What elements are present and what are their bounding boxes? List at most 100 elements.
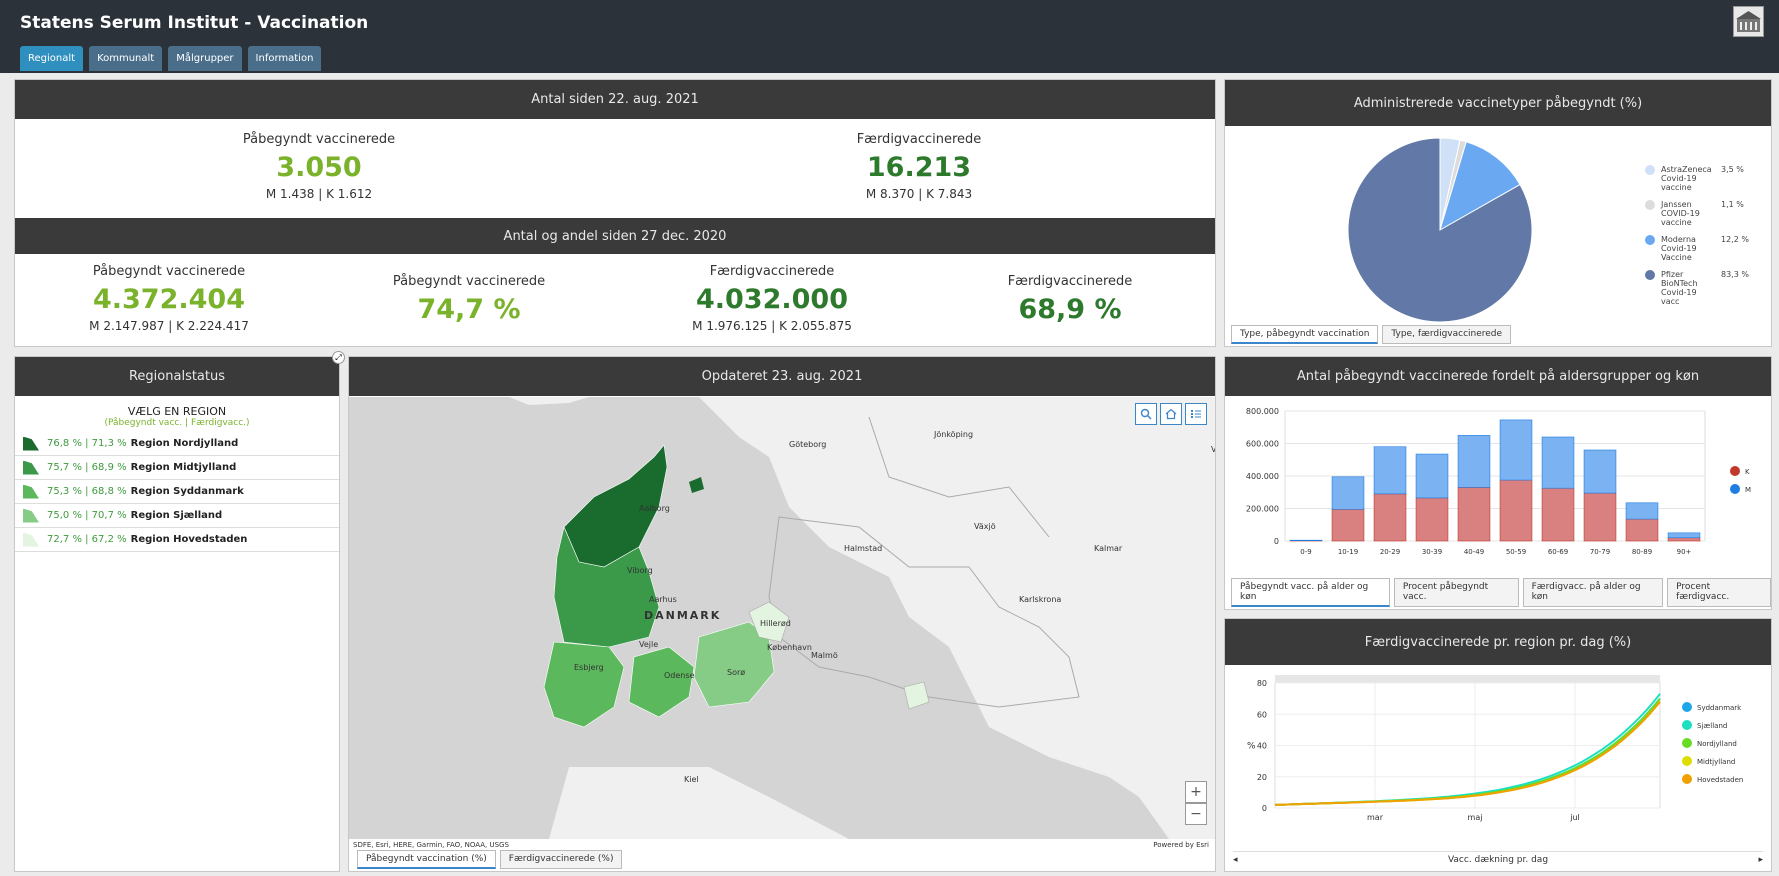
x-tick-label: 0-9 [1300, 548, 1311, 556]
legend-label: Sjælland [1697, 722, 1727, 730]
zoom-out-button[interactable]: − [1185, 803, 1207, 825]
pie-tabs: Type, påbegyndt vaccination Type, færdig… [1231, 325, 1512, 344]
region-item[interactable]: 75,7 % | 68,9 % Region Midtjylland [15, 456, 339, 480]
bar-m[interactable] [1583, 449, 1617, 494]
stat-sub: M 1.976.125 | K 2.055.875 [692, 319, 852, 333]
age-bar-chart: 0 200.000 400.000 600.000 800.000 0-9 10-19 20-… [1246, 407, 1751, 556]
stat-sub: M 1.438 | K 1.612 [265, 187, 373, 201]
expand-icon[interactable]: ⤢ [332, 351, 345, 364]
stat-label: Færdigvaccinerede [709, 264, 835, 279]
pie-header: Administrerede vaccinetyper påbegyndt (%… [1225, 80, 1771, 126]
map-tabs: Påbegyndt vaccination (%) Færdigvacciner… [357, 850, 623, 869]
bar-m[interactable] [1373, 446, 1407, 495]
legend-value: 1,1 % [1721, 200, 1744, 209]
tab-kommunalt[interactable]: Kommunalt [89, 46, 163, 71]
tab-age-started-pct[interactable]: Procent påbegyndt vacc. [1393, 578, 1519, 607]
summary-top-header: Antal siden 22. aug. 2021 [15, 80, 1215, 119]
stat-started-recent: Påbegyndt vaccinerede 3.050 M 1.438 | K … [243, 132, 395, 201]
bar-m[interactable] [1331, 476, 1365, 510]
bar-k[interactable] [1373, 493, 1407, 542]
map-legend-button[interactable] [1185, 403, 1207, 425]
legend-dot-icon [1645, 200, 1655, 210]
pie-chart [1347, 137, 1533, 323]
zoom-in-button[interactable]: + [1185, 781, 1207, 803]
map-label: København [767, 643, 812, 652]
bar-k[interactable] [1499, 479, 1533, 542]
region-flag-icon [23, 532, 39, 547]
tab-regionalt[interactable]: Regionalt [20, 46, 84, 71]
map-home-button[interactable] [1160, 403, 1182, 425]
stat-sub: M 2.147.987 | K 2.224.417 [89, 319, 249, 333]
nav-left-icon[interactable]: ◂ [1233, 855, 1238, 865]
stat-value: 16.213 [866, 152, 972, 183]
app-header: Statens Serum Institut - Vaccination Reg… [0, 0, 1779, 73]
map-search-button[interactable] [1135, 403, 1157, 425]
bar-k[interactable] [1457, 487, 1491, 542]
legend-item[interactable]: Janssen COVID-19 vaccine 1,1 % [1645, 200, 1765, 227]
bar-k[interactable] [1625, 518, 1659, 542]
legend-item[interactable]: Moderna Covid-19 Vaccine 12,2 % [1645, 235, 1765, 262]
legend-item[interactable]: Pfizer BioNTech Covid-19 vacc 83,3 % [1645, 270, 1765, 306]
map-label: Odense [664, 671, 695, 680]
map-label: Växjö [974, 522, 996, 531]
stat-started-pct: Påbegyndt vaccinerede 74,7 % [393, 274, 545, 325]
tab-type-completed[interactable]: Type, færdigvaccinerede [1382, 325, 1512, 344]
region-subtitle: (Påbegyndt vacc. | Færdigvacc.) [104, 418, 250, 428]
bar-m[interactable] [1415, 453, 1449, 499]
line-footer-label: Vacc. dækning pr. dag [1447, 854, 1549, 865]
bar-m[interactable] [1625, 502, 1659, 520]
tab-information[interactable]: Information [247, 46, 322, 71]
region-pct: 75,7 % | 68,9 % [47, 462, 127, 473]
stat-label: Påbegyndt vaccinerede [242, 132, 396, 147]
legend-item[interactable]: AstraZeneca Covid-19 vaccine 3,5 % [1645, 165, 1765, 192]
x-tick-label: mar [1367, 813, 1384, 822]
bar-k[interactable] [1331, 509, 1365, 542]
tab-map-completed[interactable]: Færdigvaccinerede (%) [499, 850, 623, 869]
legend-dot-icon [1682, 774, 1692, 784]
region-item[interactable]: 76,8 % | 71,3 % Region Nordjylland [15, 432, 339, 456]
tab-age-completed-pct[interactable]: Procent færdigvacc. [1667, 578, 1771, 607]
map-label: Viborg [627, 566, 653, 575]
bar-m[interactable] [1541, 436, 1575, 489]
stat-value: 4.372.404 [92, 284, 246, 315]
range-slider[interactable] [1275, 675, 1660, 683]
tab-age-completed[interactable]: Færdigvacc. på alder og køn [1522, 578, 1664, 607]
tab-map-started[interactable]: Påbegyndt vaccination (%) [357, 850, 496, 869]
age-tabs: Påbegyndt vacc. på alder og køn Procent … [1231, 578, 1771, 607]
legend-label: Pfizer BioNTech Covid-19 vacc [1661, 270, 1698, 306]
legend-label: Midtjylland [1697, 758, 1735, 766]
bar-k[interactable] [1583, 492, 1617, 542]
bar-m[interactable] [1457, 435, 1491, 488]
series-line[interactable] [1274, 693, 1661, 806]
legend-label: AstraZeneca Covid-19 vaccine [1661, 165, 1712, 192]
stat-completed-recent: Færdigvaccinerede 16.213 M 8.370 | K 7.8… [857, 132, 982, 201]
bar-k[interactable] [1541, 487, 1575, 542]
map-label: Aarhus [649, 595, 677, 604]
bar-k[interactable] [1415, 497, 1449, 542]
stat-value: 68,9 % [1018, 294, 1122, 325]
x-tick-label: 90+ [1677, 548, 1692, 556]
y-tick-label: 400.000 [1246, 472, 1279, 481]
map-attribution: SDFE, Esri, HERE, Garmin, FAO, NOAA, USG… [353, 841, 509, 849]
map-label: Kiel [684, 775, 699, 784]
age-header: Antal påbegyndt vaccinerede fordelt på a… [1225, 357, 1771, 396]
bar-m[interactable] [1499, 419, 1533, 481]
y-tick-label: 60 [1257, 710, 1267, 719]
tab-type-started[interactable]: Type, påbegyndt vaccination [1231, 325, 1379, 344]
bar-m[interactable] [1667, 532, 1701, 539]
legend-value: 3,5 % [1721, 165, 1744, 174]
bar-k[interactable] [1667, 537, 1701, 542]
region-item[interactable]: 75,0 % | 70,7 % Region Sjælland [15, 504, 339, 528]
nav-right-icon[interactable]: ▸ [1758, 855, 1763, 865]
region-flag-icon [23, 484, 39, 499]
tab-maalgrupper[interactable]: Målgrupper [168, 46, 242, 71]
map-view[interactable]: Göteborg Jönköping Växjö Halmstad Kalmar Karl… [349, 397, 1215, 839]
tab-age-started[interactable]: Påbegyndt vacc. på alder og køn [1231, 578, 1390, 607]
region-item[interactable]: 75,3 % | 68,8 % Region Syddanmark [15, 480, 339, 504]
region-flag-icon [23, 508, 39, 523]
legend-dot-icon [1682, 702, 1692, 712]
x-tick-label: 60-69 [1548, 548, 1568, 556]
region-item[interactable]: 72,7 % | 67,2 % Region Hovedstaden [15, 528, 339, 552]
legend-value: 83,3 % [1721, 270, 1749, 279]
stat-label: Færdigvaccinerede [856, 132, 982, 147]
